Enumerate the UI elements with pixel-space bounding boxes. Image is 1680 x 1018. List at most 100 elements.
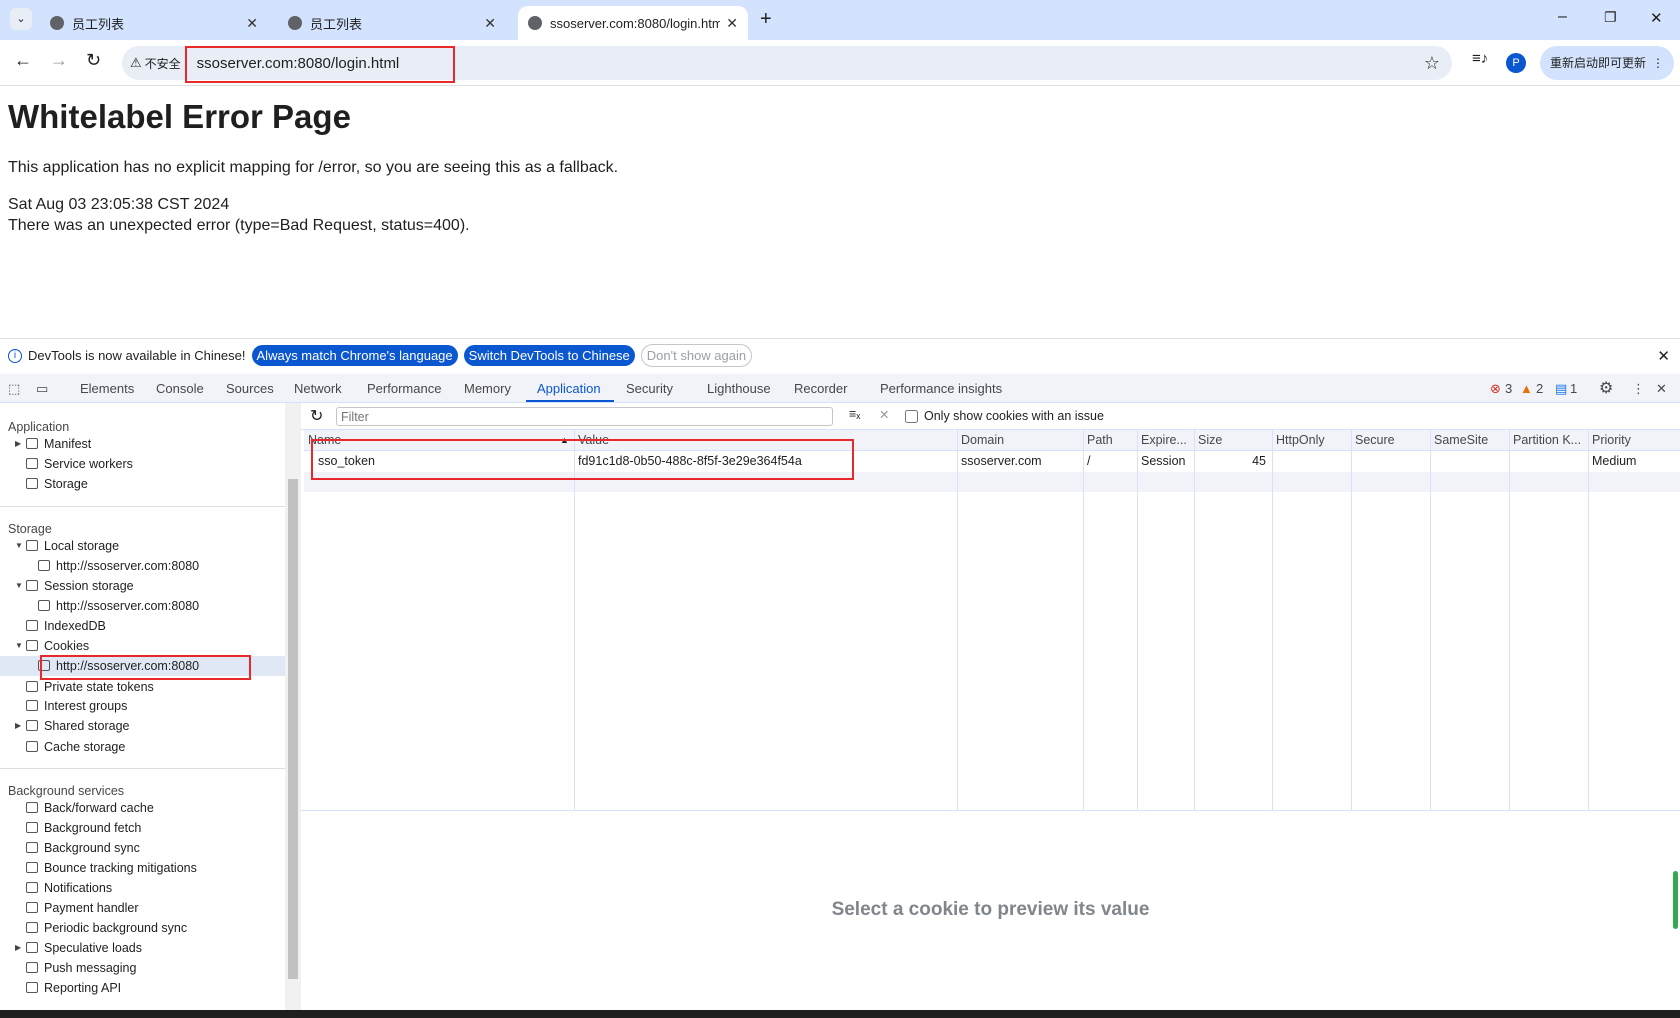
- update-button[interactable]: 重新启动即可更新 ⋮: [1540, 46, 1674, 80]
- media-control-icon[interactable]: ≡♪: [1472, 50, 1488, 67]
- match-language-button[interactable]: Always match Chrome's language: [251, 345, 458, 366]
- info-count[interactable]: 1: [1570, 381, 1577, 396]
- reload-button[interactable]: ↻: [86, 50, 101, 71]
- back-button[interactable]: ←: [14, 50, 32, 71]
- close-tab-icon[interactable]: ✕: [246, 15, 258, 32]
- refresh-icon[interactable]: ↻: [310, 406, 323, 426]
- sidebar-item-storage[interactable]: Storage: [0, 474, 285, 494]
- tab-network[interactable]: Network: [294, 381, 342, 396]
- column-header[interactable]: Secure: [1355, 430, 1395, 450]
- expand-arrow-down-icon[interactable]: ▼: [15, 636, 23, 656]
- dont-show-button[interactable]: Don't show again: [640, 344, 753, 367]
- sidebar-item-bounce-tracking-mitigations[interactable]: Bounce tracking mitigations: [0, 858, 285, 878]
- error-count[interactable]: 3: [1505, 381, 1512, 396]
- sidebar-item-reporting-api[interactable]: Reporting API: [0, 978, 285, 998]
- tab-lighthouse[interactable]: Lighthouse: [707, 381, 771, 396]
- device-toolbar-icon[interactable]: ▭: [36, 381, 48, 397]
- cookie-cell-3[interactable]: /: [1087, 451, 1090, 471]
- bookmark-star-icon[interactable]: ☆: [1424, 53, 1440, 74]
- tab-performance[interactable]: Performance: [367, 381, 441, 396]
- expand-arrow-right-icon[interactable]: ▶: [15, 716, 21, 736]
- column-header[interactable]: Size: [1198, 430, 1222, 450]
- sidebar-item-cookies[interactable]: ▼ Cookies: [0, 636, 285, 656]
- column-header[interactable]: Partition K...: [1513, 430, 1581, 450]
- sidebar-item-background-sync[interactable]: Background sync: [0, 838, 285, 858]
- new-tab-button[interactable]: +: [760, 8, 772, 31]
- cookie-toolbar: ↻ ≡ₓ ✕ Only show cookies with an issue: [301, 403, 1680, 430]
- filter-input[interactable]: [336, 407, 833, 426]
- column-header[interactable]: Expire...: [1141, 430, 1187, 450]
- switch-chinese-button[interactable]: Switch DevTools to Chinese: [463, 345, 635, 366]
- restore-button[interactable]: ❐: [1604, 9, 1617, 26]
- sidebar-item-back-forward-cache[interactable]: Back/forward cache: [0, 798, 285, 818]
- close-devtools-icon[interactable]: ✕: [1656, 381, 1667, 397]
- cookie-cell-4[interactable]: Session: [1141, 451, 1185, 471]
- sidebar-item-shared-storage[interactable]: ▶ Shared storage: [0, 716, 285, 736]
- tab-2[interactable]: 员工列表 ✕: [278, 6, 506, 40]
- sidebar-item-private-state-tokens[interactable]: Private state tokens: [0, 677, 285, 697]
- sidebar-scrollbar[interactable]: [285, 403, 301, 1010]
- expand-arrow-right-icon[interactable]: ▶: [15, 434, 21, 454]
- close-infobar-icon[interactable]: ✕: [1657, 347, 1670, 365]
- only-issues-checkbox[interactable]: [905, 410, 918, 423]
- scrollbar-thumb[interactable]: [288, 479, 298, 979]
- warning-icon[interactable]: ▲: [1520, 381, 1533, 396]
- tab-performance-insights[interactable]: Performance insights: [880, 381, 1002, 396]
- tab-security[interactable]: Security: [626, 381, 673, 396]
- tab-3[interactable]: ssoserver.com:8080/login.htm ✕: [518, 6, 748, 40]
- sidebar-item-manifest[interactable]: ▶ Manifest: [0, 434, 285, 454]
- expand-arrow-right-icon[interactable]: ▶: [15, 938, 21, 958]
- column-header[interactable]: HttpOnly: [1276, 430, 1325, 450]
- sidebar-item-label: Storage: [44, 477, 88, 491]
- sidebar-item-http-ssoserver-com-8080[interactable]: http://ssoserver.com:8080: [0, 556, 285, 576]
- cookie-cell-2[interactable]: ssoserver.com: [961, 451, 1042, 471]
- sidebar-item-service-workers[interactable]: Service workers: [0, 454, 285, 474]
- tab-sources[interactable]: Sources: [226, 381, 274, 396]
- clear-all-icon[interactable]: ≡ₓ: [849, 407, 860, 421]
- close-tab-icon[interactable]: ✕: [726, 15, 738, 32]
- expand-arrow-down-icon[interactable]: ▼: [15, 536, 23, 556]
- cookie-cell-10[interactable]: Medium: [1592, 451, 1636, 471]
- tab-recorder[interactable]: Recorder: [794, 381, 847, 396]
- tab-1[interactable]: 员工列表 ✕: [40, 6, 268, 40]
- sidebar-item-interest-groups[interactable]: Interest groups: [0, 696, 285, 716]
- close-tab-icon[interactable]: ✕: [484, 15, 496, 32]
- error-icon[interactable]: ⊗: [1490, 381, 1501, 397]
- expand-arrow-down-icon[interactable]: ▼: [15, 576, 23, 596]
- security-label[interactable]: 不安全: [145, 55, 181, 72]
- close-window-button[interactable]: ✕: [1650, 9, 1663, 27]
- column-header[interactable]: Path: [1087, 430, 1113, 450]
- storage-icon: [26, 540, 38, 551]
- cookie-cell-5[interactable]: 45: [1194, 451, 1266, 471]
- column-header[interactable]: SameSite: [1434, 430, 1488, 450]
- tab-application[interactable]: Application: [537, 381, 601, 396]
- column-header[interactable]: Domain: [961, 430, 1004, 450]
- forward-button[interactable]: →: [50, 50, 68, 71]
- more-options-icon[interactable]: ⋮: [1632, 381, 1645, 397]
- settings-gear-icon[interactable]: ⚙: [1599, 378, 1613, 398]
- sidebar-item-cache-storage[interactable]: Cache storage: [0, 737, 285, 757]
- tab-search-button[interactable]: ⌄: [10, 8, 32, 30]
- storage-icon: [26, 458, 38, 469]
- tab-console[interactable]: Console: [156, 381, 204, 396]
- sidebar-item-local-storage[interactable]: ▼ Local storage: [0, 536, 285, 556]
- sidebar-item-http-ssoserver-com-8080[interactable]: http://ssoserver.com:8080: [0, 596, 285, 616]
- sidebar-item-payment-handler[interactable]: Payment handler: [0, 898, 285, 918]
- profile-avatar[interactable]: P: [1506, 53, 1526, 73]
- sidebar-item-notifications[interactable]: Notifications: [0, 878, 285, 898]
- sidebar-item-speculative-loads[interactable]: ▶ Speculative loads: [0, 938, 285, 958]
- column-header[interactable]: Priority: [1592, 430, 1631, 450]
- sidebar-item-periodic-background-sync[interactable]: Periodic background sync: [0, 918, 285, 938]
- sidebar-item-push-messaging[interactable]: Push messaging: [0, 958, 285, 978]
- inspect-icon[interactable]: ⬚: [8, 381, 20, 397]
- delete-selected-icon[interactable]: ✕: [879, 407, 889, 422]
- sidebar-item-indexeddb[interactable]: IndexedDB: [0, 616, 285, 636]
- info-icon: i: [8, 348, 22, 363]
- sidebar-item-background-fetch[interactable]: Background fetch: [0, 818, 285, 838]
- tab-memory[interactable]: Memory: [464, 381, 511, 396]
- sidebar-item-session-storage[interactable]: ▼ Session storage: [0, 576, 285, 596]
- minimize-button[interactable]: –: [1558, 8, 1567, 26]
- warning-count[interactable]: 2: [1536, 381, 1543, 396]
- issues-icon[interactable]: ▤: [1555, 381, 1567, 397]
- tab-elements[interactable]: Elements: [80, 381, 134, 396]
